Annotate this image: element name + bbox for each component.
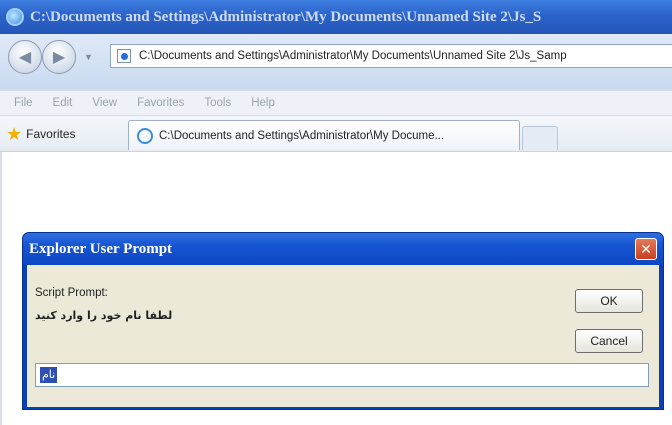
window-title: C:\Documents and Settings\Administrator\… [30,8,542,25]
dialog-title: Explorer User Prompt [29,240,173,257]
ok-button[interactable]: OK [575,289,643,313]
prompt-label: Script Prompt: [35,287,108,299]
history-dropdown-icon[interactable]: ▼ [84,52,93,62]
browser-title-bar: C:\Documents and Settings\Administrator\… [0,0,672,34]
prompt-message: لطفا نام خود را وارد کنید [35,309,173,322]
user-prompt-dialog: Explorer User Prompt ✕ Script Prompt: لط… [22,232,664,410]
menu-item-file[interactable]: File [14,97,33,109]
address-bar[interactable]: C:\Documents and Settings\Administrator\… [110,44,672,68]
page-icon [117,49,131,63]
arrow-right-icon: ▶ [52,49,66,66]
prompt-input[interactable]: نام [35,363,649,387]
menu-item-help[interactable]: Help [251,97,275,109]
back-button[interactable]: ◀ [8,40,42,74]
ie-tab-icon [137,127,153,144]
favorites-button[interactable]: ★ Favorites [6,125,76,143]
forward-button[interactable]: ▶ [42,40,76,74]
tab-label: C:\Documents and Settings\Administrator\… [159,129,445,142]
close-button[interactable]: ✕ [635,238,657,260]
favorites-bar: ★ Favorites C:\Documents and Settings\Ad… [0,116,672,152]
menu-item-tools[interactable]: Tools [204,97,231,109]
dialog-body: Script Prompt: لطفا نام خود را وارد کنید… [27,265,659,407]
ie-logo-icon [6,8,24,26]
menu-item-favorites[interactable]: Favorites [137,97,184,109]
dialog-title-bar[interactable]: Explorer User Prompt ✕ [23,233,663,265]
content-left-border [0,152,2,425]
menu-item-view[interactable]: View [92,97,117,109]
menu-bar: File Edit View Favorites Tools Help [0,90,672,116]
favorites-label: Favorites [26,127,76,141]
address-url[interactable]: C:\Documents and Settings\Administrator\… [139,50,567,62]
new-tab-button[interactable] [522,126,558,150]
arrow-left-icon: ◀ [18,49,32,66]
browser-tab[interactable]: C:\Documents and Settings\Administrator\… [128,120,520,150]
prompt-input-value: نام [40,367,58,383]
address-toolbar: ◀ ▶ ▼ C:\Documents and Settings\Administ… [0,34,672,90]
close-icon: ✕ [640,240,652,257]
cancel-button[interactable]: Cancel [575,329,643,353]
menu-item-edit[interactable]: Edit [53,97,73,109]
star-icon: ★ [6,124,23,144]
